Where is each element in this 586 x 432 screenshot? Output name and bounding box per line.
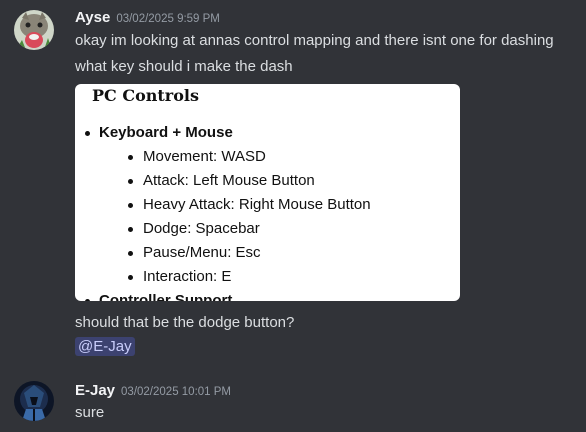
list-item: Dodge: Spacebar [128,220,260,237]
list-item: Interaction: E [127,268,232,285]
message-text: what key should i make the dash [75,58,293,75]
list-item: Movement: WASD [128,148,266,165]
username[interactable]: E-Jay [75,382,115,399]
dark-character-avatar-icon[interactable] [14,381,54,421]
list-item: Pause/Menu: Esc [128,244,261,261]
message-text: sure [75,404,105,421]
timestamp: 03/02/2025 9:59 PM [116,13,220,25]
message-text: okay im looking at annas control mapping… [75,32,554,49]
username[interactable]: Ayse [75,9,110,26]
message-text: should that be the dodge button? [75,314,295,331]
embed-title: PC Controls [92,86,199,105]
list-item: Heavy Attack: Right Mouse Button [128,196,371,213]
list-item: Attack: Left Mouse Button [128,172,315,189]
attached-image[interactable]: PC Controls Keyboard + Mouse Movement: W… [75,84,460,301]
section-heading: Keyboard + Mouse [85,124,233,141]
cat-avatar-icon[interactable] [14,10,54,50]
section-heading: Controller Support [84,292,232,301]
message-header: Ayse 03/02/2025 9:59 PM [75,9,220,27]
message-header: E-Jay 03/02/2025 10:01 PM [75,382,231,400]
user-mention[interactable]: @E-Jay [75,337,135,356]
timestamp: 03/02/2025 10:01 PM [121,386,232,398]
